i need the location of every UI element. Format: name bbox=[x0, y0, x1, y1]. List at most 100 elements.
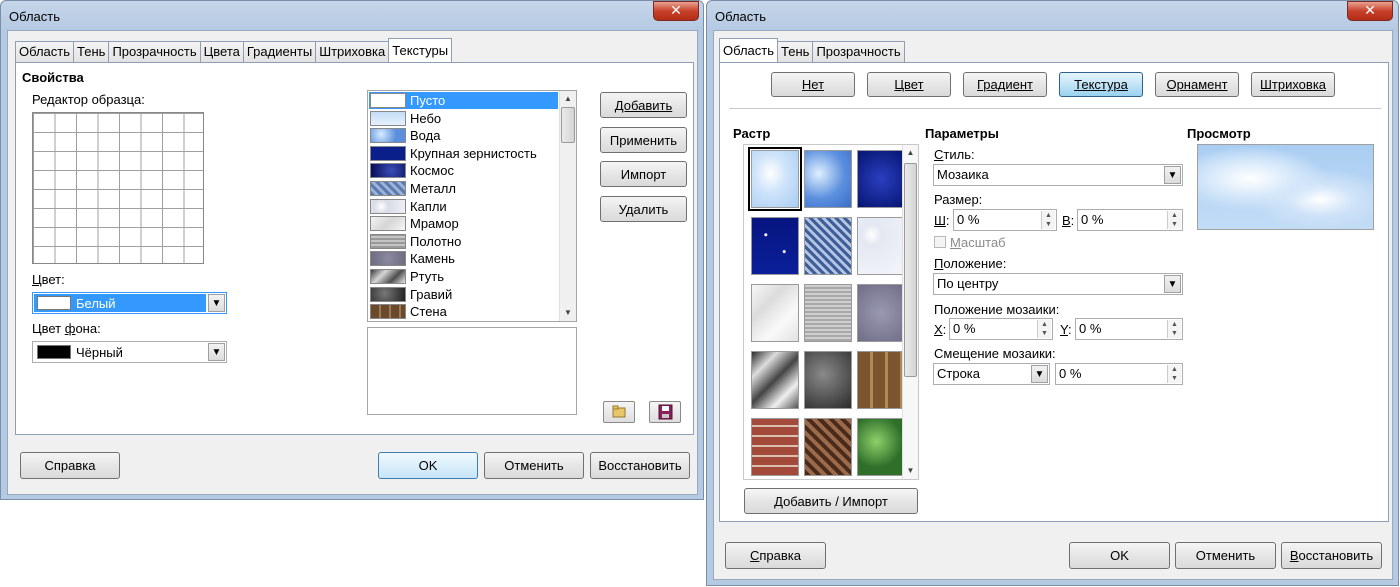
raster-tile-brick[interactable] bbox=[751, 418, 799, 476]
chevron-down-icon[interactable]: ▼ bbox=[208, 294, 225, 312]
scroll-down-icon[interactable]: ▼ bbox=[903, 463, 918, 479]
style-select[interactable]: Мозаика ▼ bbox=[933, 164, 1183, 186]
spin-down-icon[interactable]: ▼ bbox=[1168, 329, 1181, 338]
raster-tile-linen[interactable] bbox=[804, 284, 852, 342]
scale-checkbox[interactable] bbox=[934, 236, 946, 248]
tab-bar: Область Тень Прозрачность Цвета Градиент… bbox=[15, 38, 453, 62]
fill-gradient-button[interactable]: Градиент bbox=[963, 72, 1047, 97]
raster-tile-marble[interactable] bbox=[751, 284, 799, 342]
tab-shadow[interactable]: Тень bbox=[73, 41, 110, 62]
spin-down-icon[interactable]: ▼ bbox=[1168, 220, 1181, 229]
close-button[interactable]: ✕ bbox=[1347, 1, 1393, 21]
texture-list-scrollbar[interactable]: ▲ ▼ bbox=[559, 91, 576, 321]
texture-list-item[interactable]: Крупная зернистость bbox=[369, 145, 558, 162]
reset-button[interactable]: Восстановить bbox=[590, 452, 690, 479]
texture-list-item[interactable]: Ртуть bbox=[369, 268, 558, 285]
load-folder-icon[interactable] bbox=[603, 401, 635, 423]
raster-tile-mercury[interactable] bbox=[751, 351, 799, 409]
bg-color-select[interactable]: Чёрный ▼ bbox=[32, 341, 227, 363]
x-stepper[interactable]: 0 % ▲ ▼ bbox=[949, 318, 1053, 340]
import-button[interactable]: Импорт bbox=[600, 161, 687, 187]
chevron-down-icon[interactable]: ▼ bbox=[1164, 275, 1181, 293]
tab-transparency[interactable]: Прозрачность bbox=[812, 41, 905, 62]
raster-tile-metal[interactable] bbox=[804, 217, 852, 275]
raster-tile-stone[interactable] bbox=[857, 284, 905, 342]
tab-area[interactable]: Область bbox=[719, 38, 779, 62]
spin-up-icon[interactable]: ▲ bbox=[1168, 320, 1181, 329]
width-stepper[interactable]: 0 % ▲ ▼ bbox=[953, 209, 1057, 231]
height-label: В: bbox=[1062, 213, 1075, 228]
scroll-thumb[interactable] bbox=[561, 107, 575, 143]
texture-list-item[interactable]: Металл bbox=[369, 180, 558, 197]
chevron-down-icon[interactable]: ▼ bbox=[208, 343, 225, 361]
color-select[interactable]: Белый ▼ bbox=[32, 292, 227, 314]
spin-down-icon[interactable]: ▼ bbox=[1042, 220, 1055, 229]
raster-tile-coarse-grain[interactable] bbox=[857, 150, 905, 208]
reset-button[interactable]: Восстановить bbox=[1281, 542, 1382, 569]
offset-type-select[interactable]: Строка ▼ bbox=[933, 363, 1050, 385]
raster-tile-weave[interactable] bbox=[804, 418, 852, 476]
tab-area[interactable]: Область bbox=[15, 41, 75, 62]
raster-gallery[interactable]: ▲ ▼ bbox=[743, 144, 919, 480]
spin-up-icon[interactable]: ▲ bbox=[1038, 320, 1051, 329]
cancel-button[interactable]: Отменить bbox=[1175, 542, 1276, 569]
save-disk-icon[interactable] bbox=[649, 401, 681, 423]
texture-list-item[interactable]: Мрамор bbox=[369, 215, 558, 232]
texture-list-item[interactable]: Вода bbox=[369, 127, 558, 144]
fill-texture-button[interactable]: Текстура bbox=[1059, 72, 1143, 97]
scroll-thumb[interactable] bbox=[904, 163, 917, 377]
chevron-down-icon[interactable]: ▼ bbox=[1164, 166, 1181, 184]
texture-list[interactable]: Пусто Небо Вода Крупная зернистость Космос Ме… bbox=[367, 90, 577, 322]
texture-list-item[interactable]: Камень bbox=[369, 250, 558, 267]
add-button[interactable]: Добавить bbox=[600, 92, 687, 118]
raster-tile-wall[interactable] bbox=[857, 351, 905, 409]
raster-tile-gravel[interactable] bbox=[804, 351, 852, 409]
close-button[interactable]: ✕ bbox=[653, 1, 699, 21]
tab-hatching[interactable]: Штриховка bbox=[315, 41, 390, 62]
cancel-button[interactable]: Отменить bbox=[484, 452, 584, 479]
delete-button[interactable]: Удалить bbox=[600, 196, 687, 222]
raster-tile-space[interactable] bbox=[751, 217, 799, 275]
scroll-up-icon[interactable]: ▲ bbox=[903, 145, 918, 161]
tab-gradients[interactable]: Градиенты bbox=[242, 41, 317, 62]
height-stepper[interactable]: 0 % ▲ ▼ bbox=[1077, 209, 1183, 231]
fill-hatching-button[interactable]: Штриховка bbox=[1251, 72, 1335, 97]
help-button[interactable]: Справка bbox=[20, 452, 120, 479]
spin-up-icon[interactable]: ▲ bbox=[1168, 365, 1181, 374]
fill-color-button[interactable]: Цвет bbox=[867, 72, 951, 97]
texture-list-item[interactable]: Небо bbox=[369, 110, 558, 127]
texture-list-item[interactable]: Стена bbox=[369, 303, 558, 320]
ok-button[interactable]: OK bbox=[1069, 542, 1170, 569]
raster-scrollbar[interactable]: ▲ ▼ bbox=[902, 145, 918, 479]
tab-colors[interactable]: Цвета bbox=[199, 41, 244, 62]
raster-tile-drops[interactable] bbox=[857, 217, 905, 275]
offset-stepper[interactable]: 0 % ▲ ▼ bbox=[1055, 363, 1183, 385]
y-stepper[interactable]: 0 % ▲ ▼ bbox=[1075, 318, 1183, 340]
spin-down-icon[interactable]: ▼ bbox=[1168, 374, 1181, 383]
texture-list-item[interactable]: Гравий bbox=[369, 286, 558, 303]
fill-ornament-button[interactable]: Орнамент bbox=[1155, 72, 1239, 97]
help-button[interactable]: Справка bbox=[725, 542, 826, 569]
scroll-up-icon[interactable]: ▲ bbox=[560, 91, 576, 107]
texture-list-item[interactable]: Космос bbox=[369, 162, 558, 179]
position-select[interactable]: По центру ▼ bbox=[933, 273, 1183, 295]
tab-transparency[interactable]: Прозрачность bbox=[108, 41, 201, 62]
chevron-down-icon[interactable]: ▼ bbox=[1031, 365, 1048, 383]
spin-down-icon[interactable]: ▼ bbox=[1038, 329, 1051, 338]
texture-list-item[interactable]: Капли bbox=[369, 198, 558, 215]
tab-textures[interactable]: Текстуры bbox=[388, 38, 453, 62]
raster-tile-leaves[interactable] bbox=[857, 418, 905, 476]
raster-tile-sky[interactable] bbox=[748, 147, 802, 211]
fill-none-button[interactable]: Нет bbox=[771, 72, 855, 97]
texture-list-item[interactable]: Пусто bbox=[369, 92, 558, 109]
add-import-button[interactable]: Добавить / Импорт bbox=[744, 488, 918, 514]
scroll-down-icon[interactable]: ▼ bbox=[560, 305, 576, 321]
tab-shadow[interactable]: Тень bbox=[777, 41, 814, 62]
texture-list-item[interactable]: Полотно bbox=[369, 233, 558, 250]
raster-tile-water[interactable] bbox=[804, 150, 852, 208]
ok-button[interactable]: OK bbox=[378, 452, 478, 479]
spin-up-icon[interactable]: ▲ bbox=[1042, 211, 1055, 220]
pattern-editor-grid[interactable] bbox=[32, 112, 204, 264]
apply-button[interactable]: Применить bbox=[600, 127, 687, 153]
spin-up-icon[interactable]: ▲ bbox=[1168, 211, 1181, 220]
